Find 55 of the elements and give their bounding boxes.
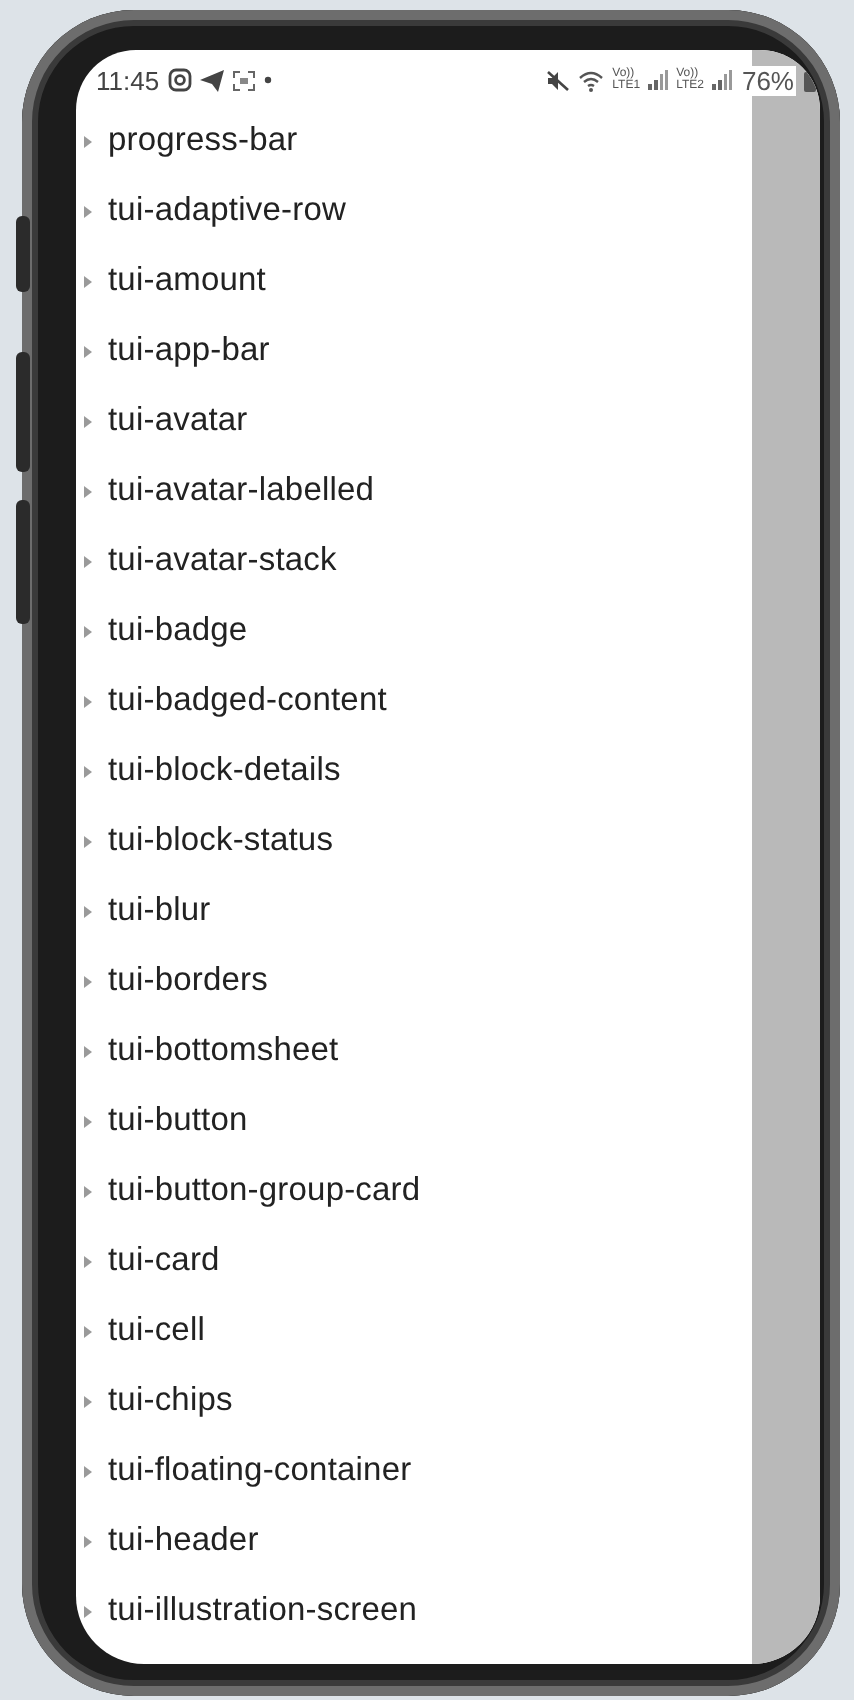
dot-icon [263,76,272,84]
list-item[interactable]: tui-badged-content [108,682,387,720]
paper-plane-icon [199,69,224,91]
list-item[interactable]: tui-cell [108,1312,205,1350]
list-item[interactable]: tui-app-bar [108,332,270,370]
list-item[interactable]: tui-adaptive-row [108,192,346,230]
list-item[interactable]: tui-avatar-labelled [108,472,375,510]
list-item[interactable]: tui-block-details [108,752,341,790]
caret-icon [84,905,92,917]
list-item[interactable]: tui-avatar-stack [108,542,337,580]
list-item[interactable]: tui-amount [108,262,266,300]
signal-icon [711,70,732,90]
list-item[interactable]: tui-avatar [108,402,248,440]
caret-icon [84,1605,92,1617]
caret-icon [84,135,92,147]
battery-icon [804,69,816,91]
list-item[interactable]: tui-borders [108,962,268,1000]
caret-icon [84,695,92,707]
list-item[interactable]: tui-illustration-screen [108,1592,418,1630]
list-item[interactable]: tui-chips [108,1382,233,1420]
list-item[interactable]: progress-bar [108,122,298,160]
caret-icon [84,415,92,427]
caret-icon [84,1325,92,1337]
mute-icon [546,69,571,91]
caret-icon [84,1465,92,1477]
caret-icon [84,1395,92,1407]
list-item[interactable]: tui-header [108,1522,259,1560]
caret-icon [84,975,92,987]
caret-icon [84,1255,92,1267]
caret-icon [84,1045,92,1057]
battery-text: 76% [739,65,796,95]
caret-icon [84,765,92,777]
screenshot-icon [231,69,256,91]
wifi-icon [578,69,605,91]
camera-icon [167,68,192,92]
caret-icon [84,1115,92,1127]
caret-icon [84,205,92,217]
signal-icon [648,70,669,90]
caret-icon [84,835,92,847]
caret-icon [84,275,92,287]
list-item[interactable]: tui-card [108,1242,220,1280]
caret-icon [84,555,92,567]
caret-icon [84,1185,92,1197]
list-item[interactable]: tui-button [108,1102,248,1140]
caret-icon [84,345,92,357]
caret-icon [84,485,92,497]
list-item[interactable]: tui-block-status [108,822,334,860]
list-item[interactable]: tui-badge [108,612,248,650]
list-item[interactable]: tui-blur [108,892,211,930]
status-time: 11:45 [96,65,160,95]
list-item[interactable]: tui-bottomsheet [108,1032,339,1070]
list-item[interactable]: tui-floating-container [108,1452,412,1490]
caret-icon [84,625,92,637]
list-item[interactable]: tui-button-group-card [108,1172,421,1210]
caret-icon [84,1535,92,1547]
